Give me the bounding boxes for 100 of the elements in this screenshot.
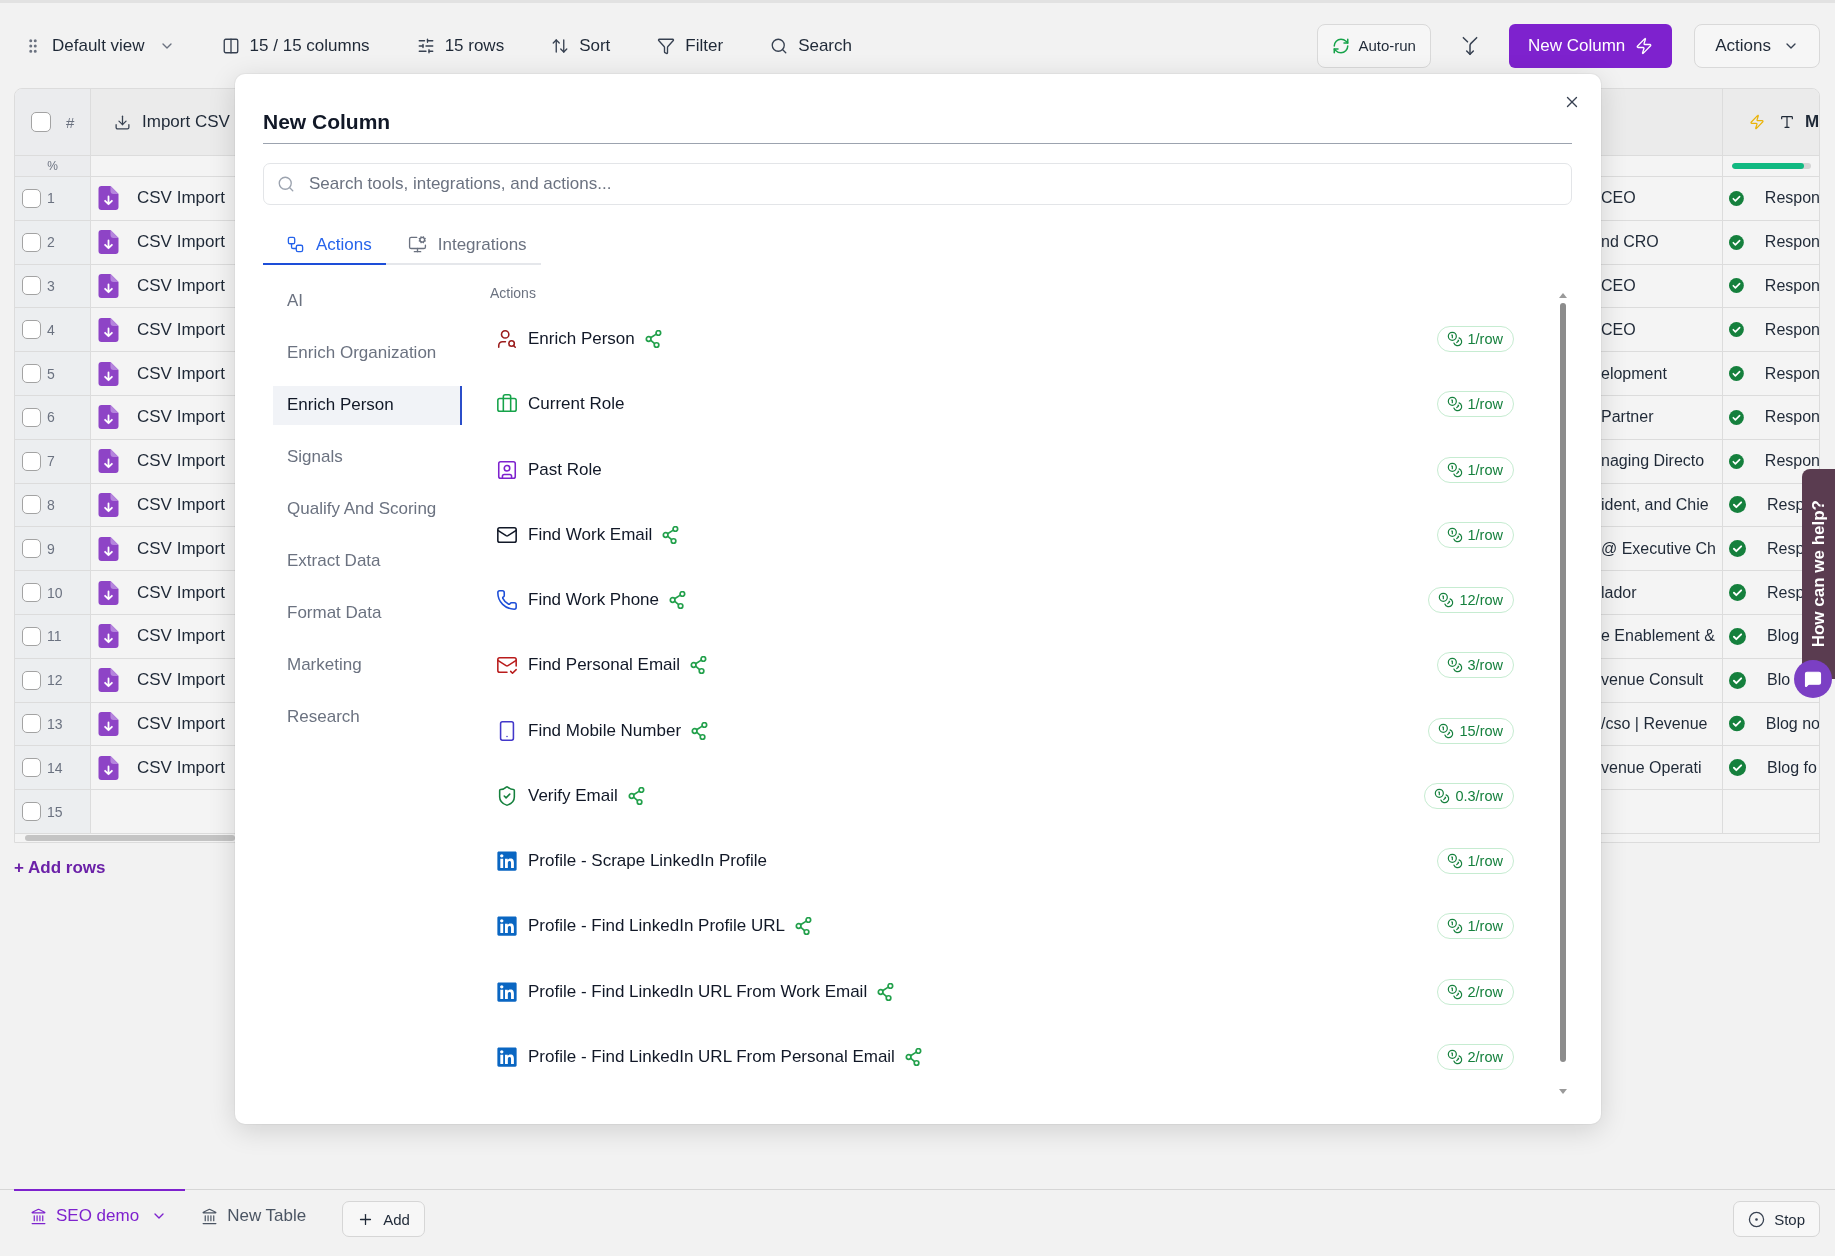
row-checkbox[interactable]: [22, 539, 41, 559]
person-search-icon: [496, 328, 518, 350]
credit-cost: 12/row: [1459, 592, 1503, 609]
add-button[interactable]: Add: [342, 1201, 425, 1237]
columns-button[interactable]: 15 / 15 columns: [221, 35, 370, 56]
view-selector[interactable]: Default view: [24, 35, 175, 56]
title-text: venue Consult: [1601, 671, 1704, 690]
row-checkbox[interactable]: [22, 188, 41, 208]
credit-cost: 0.3/row: [1455, 787, 1503, 804]
action-name[interactable]: Find Personal Email: [528, 655, 681, 676]
credit-cost: 1/row: [1467, 853, 1503, 870]
add-rows-link[interactable]: + Add rows: [14, 857, 106, 878]
source-text: CSV Import: [137, 276, 225, 296]
search-icon: [770, 36, 789, 55]
section-title: Actions: [490, 284, 537, 303]
mail-check-icon: [496, 654, 518, 677]
row-checkbox[interactable]: [22, 232, 41, 252]
row-checkbox[interactable]: [22, 320, 41, 340]
source-text: CSV Import: [137, 232, 225, 253]
credit-cost: 1/row: [1467, 331, 1503, 347]
filter-button[interactable]: Filter: [657, 35, 724, 56]
scroll-down-icon[interactable]: [1559, 1089, 1567, 1094]
action-name[interactable]: Past Role: [528, 459, 602, 480]
category-item[interactable]: Extract Data: [273, 541, 462, 581]
category-item[interactable]: AI: [273, 281, 462, 321]
workflow-icon: [286, 235, 305, 254]
row-checkbox[interactable]: [22, 714, 41, 734]
action-name[interactable]: Profile - Find LinkedIn Profile URL: [528, 916, 785, 937]
action-name[interactable]: Enrich Person: [528, 329, 635, 349]
row-checkbox[interactable]: [22, 495, 41, 515]
category-item[interactable]: Format Data: [273, 593, 462, 633]
title-text: venue Operati: [1601, 758, 1702, 777]
row-checkbox[interactable]: [22, 451, 41, 471]
action-name[interactable]: Profile - Find LinkedIn URL From Work Email: [528, 981, 868, 1002]
coins-icon: [1446, 331, 1463, 347]
action-name[interactable]: Current Role: [528, 394, 625, 415]
stop-button[interactable]: Stop: [1733, 1201, 1820, 1237]
category-item[interactable]: Marketing: [273, 645, 462, 685]
dialog-title: New Column: [263, 109, 392, 134]
category-item[interactable]: Qualify And Scoring: [273, 489, 462, 529]
file-download-icon: [98, 711, 119, 736]
tab[interactable]: Integrations: [385, 226, 541, 265]
scroll-up-icon[interactable]: [1559, 293, 1567, 298]
title-text: naging Directo: [1601, 452, 1705, 471]
select-all-checkbox[interactable]: [31, 112, 51, 132]
action-name[interactable]: Find Work Email: [528, 524, 653, 545]
linkedin-icon: [496, 980, 518, 1003]
search-field[interactable]: Search tools, integrations, and actions...: [263, 163, 1572, 205]
category-item[interactable]: Signals: [273, 437, 462, 477]
category-item[interactable]: Research: [273, 697, 462, 737]
coins-icon: [1446, 853, 1463, 870]
credit-cost: 1/row: [1467, 526, 1503, 543]
text-type-icon: [1779, 114, 1795, 130]
row-number: 12: [47, 672, 63, 689]
sort-button[interactable]: Sort: [551, 35, 611, 56]
row-checkbox[interactable]: [22, 802, 41, 822]
result-text: Respon: [1764, 320, 1819, 339]
source-text: CSV Import: [137, 363, 225, 384]
table-tab[interactable]: New Table: [185, 1189, 325, 1241]
help-tab[interactable]: How can we help?: [1802, 469, 1835, 679]
table-tab[interactable]: SEO demo: [14, 1189, 186, 1241]
shield-check-icon: [496, 784, 518, 807]
file-download-icon: [98, 230, 119, 255]
row-checkbox[interactable]: [22, 758, 41, 778]
action-name[interactable]: Find Mobile Number: [528, 720, 682, 741]
scrollbar-thumb[interactable]: [1560, 303, 1566, 1062]
row-checkbox[interactable]: [22, 670, 41, 690]
category-item[interactable]: Enrich Organization: [273, 333, 462, 373]
category-item[interactable]: Enrich Person: [273, 385, 462, 425]
scrollbar-thumb[interactable]: [25, 834, 235, 841]
credit-cost: 1/row: [1467, 396, 1503, 413]
coins-icon: [1446, 1048, 1463, 1065]
row-checkbox[interactable]: [22, 407, 41, 427]
action-name[interactable]: Verify Email: [528, 785, 618, 806]
search-button[interactable]: Search: [770, 35, 852, 56]
result-text: Blog no: [1765, 714, 1819, 733]
action-name[interactable]: Profile - Scrape LinkedIn Profile: [528, 851, 768, 872]
row-checkbox[interactable]: [22, 364, 41, 384]
row-checkbox[interactable]: [22, 276, 41, 296]
title-text: e Enablement &: [1601, 627, 1715, 646]
action-name[interactable]: Find Work Phone: [528, 590, 660, 611]
tab[interactable]: Actions: [263, 226, 386, 265]
credit-cost: 15/row: [1459, 722, 1503, 739]
row-checkbox[interactable]: [22, 583, 41, 603]
chat-icon: [1804, 670, 1822, 688]
sort-icon: [551, 36, 570, 55]
source-text: CSV Import: [137, 538, 225, 559]
action-name[interactable]: Profile - Find LinkedIn URL From Personal Email: [528, 1046, 895, 1067]
source-text: CSV Import: [137, 626, 225, 647]
file-download-icon: [98, 580, 119, 605]
row-checkbox[interactable]: [22, 626, 41, 646]
source-text: CSV Import: [137, 713, 225, 734]
actions-button[interactable]: Actions: [1694, 23, 1820, 68]
new-column-button[interactable]: New Column: [1508, 23, 1673, 68]
phone-icon: [496, 589, 518, 612]
coins-icon: [1446, 657, 1463, 674]
file-download-icon: [98, 492, 119, 517]
rows-button[interactable]: 15 rows: [416, 35, 505, 56]
auto-run-button[interactable]: Auto-run: [1317, 23, 1431, 68]
result-text: Respon: [1764, 408, 1819, 427]
